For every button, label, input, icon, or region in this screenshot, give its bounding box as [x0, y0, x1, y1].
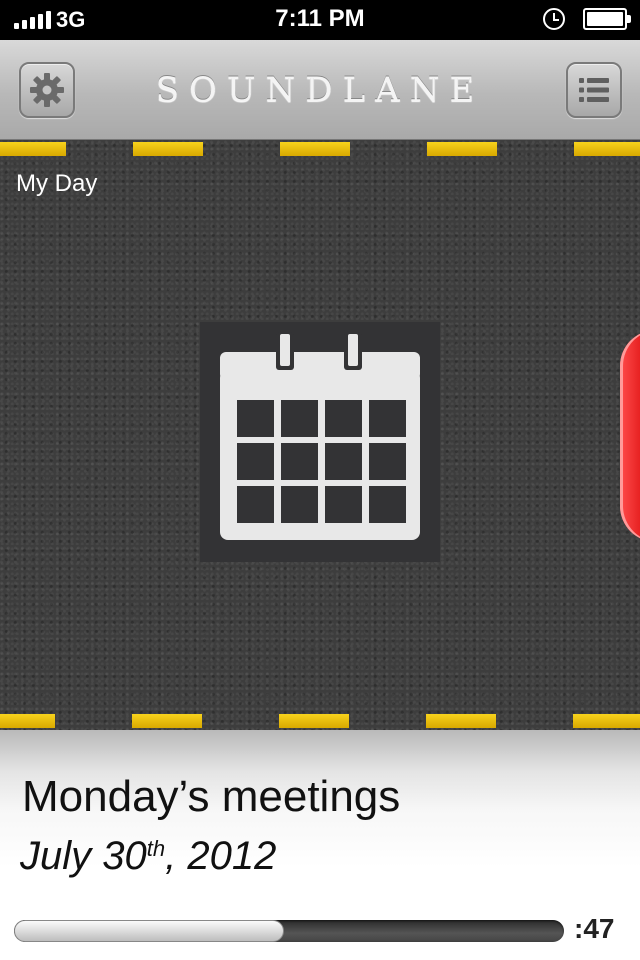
lane-marking: [426, 714, 496, 728]
now-playing-panel: Monday’s meetings July 30th, 2012 :47: [0, 730, 640, 960]
lane-marking: [427, 142, 497, 156]
road-track[interactable]: My Day: [0, 140, 640, 730]
lane-marking: [279, 714, 349, 728]
remaining-time: :47: [574, 913, 615, 944]
lane-marking: [0, 142, 66, 156]
alarm-clock-icon: [543, 8, 565, 30]
battery-icon: [583, 8, 631, 30]
app-title: SOUNDLANE: [155, 70, 485, 110]
event-title: Monday’s meetings: [22, 772, 401, 821]
event-date-ordinal: th: [146, 836, 166, 861]
lane-marking: [574, 142, 640, 156]
playback-progress-bar[interactable]: [14, 920, 564, 942]
list-icon: [579, 78, 609, 102]
lane-marking: [573, 714, 640, 728]
lane-marking: [132, 714, 202, 728]
calendar-icon: [220, 332, 420, 540]
lane-marking: [133, 142, 203, 156]
event-date-year: , 2012: [165, 834, 277, 878]
event-date: July 30th, 2012: [20, 834, 276, 879]
playback-progress-fill: [14, 920, 284, 942]
lane-title: My Day: [16, 170, 98, 197]
status-bar: 3G 7:11 PM: [0, 0, 640, 40]
lane-marking: [0, 714, 55, 728]
nav-bar: SOUNDLANE: [0, 40, 640, 140]
next-lane-tab[interactable]: [620, 330, 640, 542]
lane-marking: [280, 142, 350, 156]
my-day-tile[interactable]: [200, 322, 440, 562]
event-date-month-day: July 30: [20, 834, 147, 878]
menu-button[interactable]: [566, 62, 622, 118]
